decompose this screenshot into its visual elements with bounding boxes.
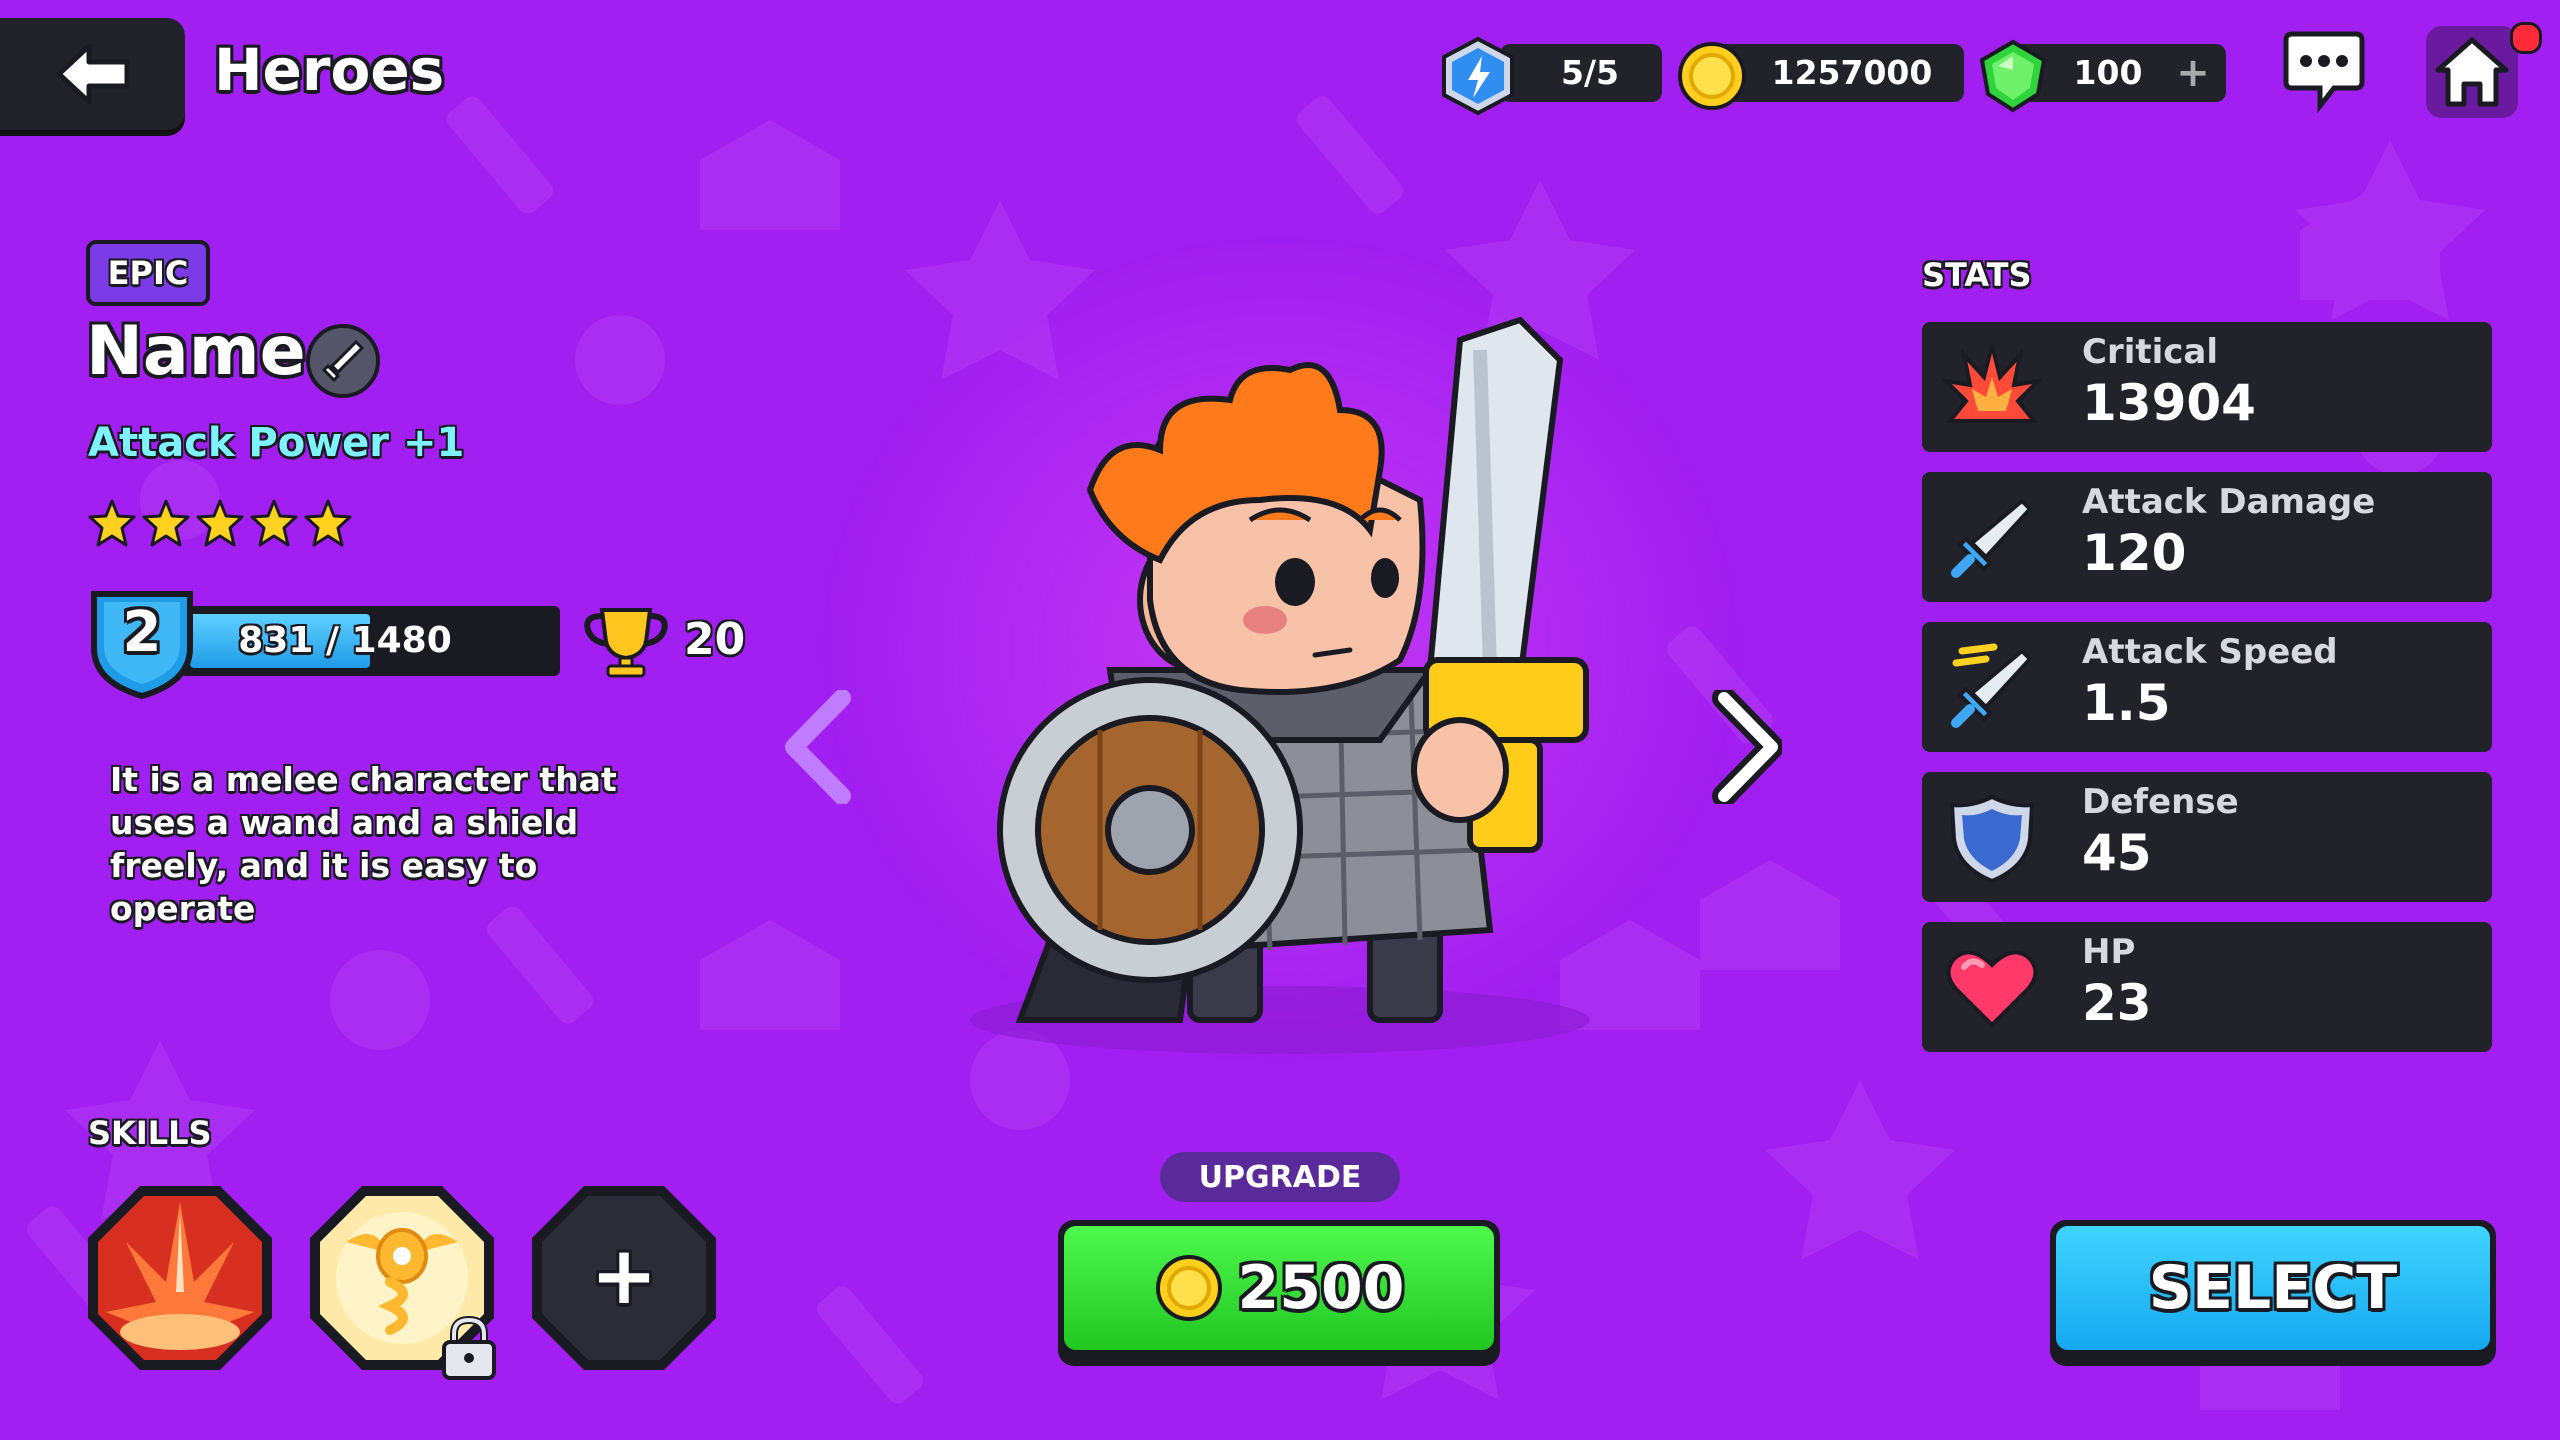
upgrade-button[interactable]: 2500	[1058, 1220, 1500, 1366]
back-arrow-icon	[56, 43, 129, 105]
stat-name: Attack Speed	[2082, 632, 2338, 672]
skills-label: SKILLS	[88, 1114, 212, 1152]
stat-defense: Defense 45	[1922, 772, 2492, 902]
coin-counter: 1257000	[1712, 44, 1964, 102]
notification-dot	[2510, 22, 2542, 54]
stat-attack-speed: Attack Speed 1.5	[1922, 622, 2492, 752]
shield-icon	[1949, 794, 2035, 884]
critical-burst-icon	[1942, 344, 2042, 423]
upgrade-cost: 2500	[1237, 1253, 1405, 1323]
next-hero-arrow-icon[interactable]	[1712, 690, 1782, 804]
fast-sword-icon	[1951, 643, 2033, 728]
gem-value: 100	[2073, 53, 2143, 92]
select-button[interactable]: SELECT	[2050, 1220, 2496, 1366]
energy-icon	[1442, 36, 1514, 116]
select-label: SELECT	[2056, 1226, 2490, 1350]
add-gems-button[interactable]: +	[2168, 44, 2218, 102]
stat-value: 13904	[2082, 374, 2256, 432]
stat-attack-damage: Attack Damage 120	[1922, 472, 2492, 602]
coin-icon	[1678, 42, 1746, 110]
chat-button[interactable]	[2278, 26, 2370, 118]
star-icon	[142, 499, 190, 547]
energy-counter: 5/5	[1500, 44, 1662, 102]
home-button[interactable]	[2426, 26, 2518, 118]
back-button[interactable]	[0, 18, 185, 130]
hero-level: 2	[122, 600, 162, 665]
home-icon	[2435, 37, 2509, 107]
hero-bonus: Attack Power +1	[88, 420, 465, 466]
star-icon	[304, 499, 352, 547]
stat-value: 1.5	[2082, 674, 2171, 732]
trophy-icon	[584, 608, 668, 678]
sword-class-icon	[321, 339, 365, 383]
coin-value: 1257000	[1771, 53, 1933, 92]
stat-hp: HP 23	[1922, 922, 2492, 1052]
stat-value: 120	[2082, 524, 2187, 582]
gem-icon	[1979, 39, 2047, 113]
add-skill-button[interactable]: +	[528, 1182, 720, 1374]
star-rating	[86, 498, 354, 550]
stat-name: Defense	[2082, 782, 2239, 822]
hero-character	[970, 316, 1590, 1054]
heart-icon	[1946, 950, 2038, 1028]
skill-slot-1[interactable]	[84, 1182, 276, 1374]
hero-description: It is a melee character that uses a wand…	[110, 760, 617, 928]
trophy-count: 20	[684, 614, 746, 665]
stat-value: 23	[2082, 974, 2152, 1032]
stat-name: HP	[2082, 932, 2136, 972]
stat-name: Attack Damage	[2082, 482, 2376, 522]
upgrade-label: UPGRADE	[1160, 1152, 1400, 1202]
hero-name: Name	[86, 312, 306, 391]
energy-value: 5/5	[1561, 53, 1619, 92]
stat-critical: Critical 13904	[1922, 322, 2492, 452]
star-icon	[88, 499, 136, 547]
chat-bubble-icon	[2283, 31, 2365, 114]
xp-text: 831 / 1480	[238, 620, 452, 661]
star-icon	[196, 499, 244, 547]
stats-label: STATS	[1922, 256, 2032, 294]
lock-icon	[442, 1316, 496, 1380]
stat-value: 45	[2082, 824, 2152, 882]
plus-icon: +	[590, 1229, 658, 1322]
coin-icon	[1155, 1255, 1222, 1321]
previous-hero-arrow-icon[interactable]	[782, 690, 852, 804]
page-title: Heroes	[214, 36, 445, 104]
xp-progress-bar: 831 / 1480	[180, 606, 560, 676]
rarity-badge: EPIC	[86, 240, 210, 306]
stat-name: Critical	[2082, 332, 2219, 372]
hero-class-badge[interactable]	[306, 324, 380, 398]
star-icon	[250, 499, 298, 547]
sword-icon	[1951, 498, 2033, 578]
